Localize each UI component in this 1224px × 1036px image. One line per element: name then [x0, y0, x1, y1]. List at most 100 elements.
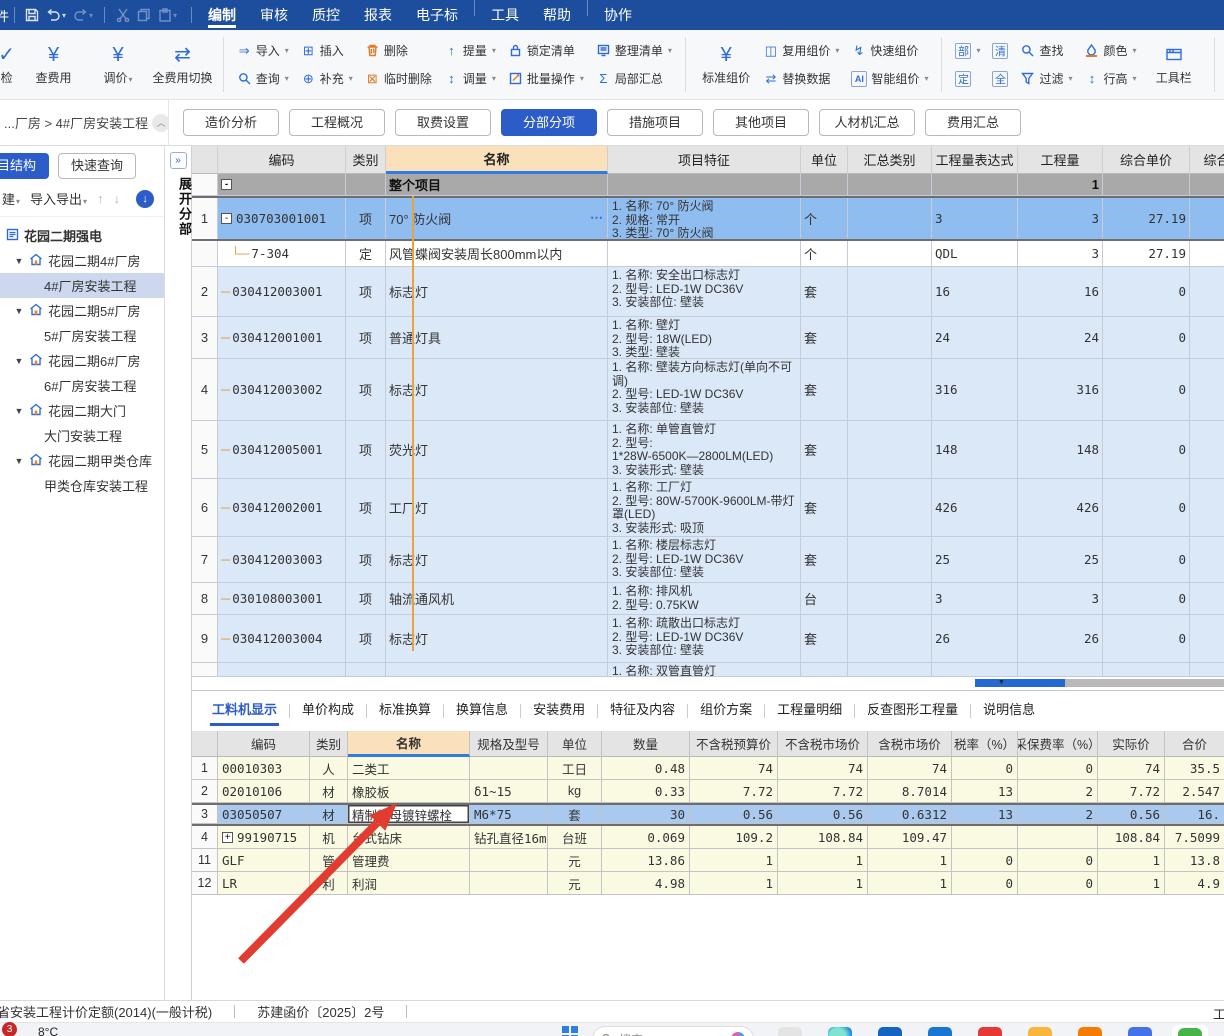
- resource-row-LR[interactable]: 12 LR 利利润元 4.98 1 1 1 0 0 1 4.9: [192, 872, 1224, 895]
- ribbon-button-局部汇总[interactable]: Σ 局部汇总: [596, 67, 672, 91]
- detail-tab-组价方案[interactable]: 组价方案: [688, 691, 764, 731]
- sidebar-tool-导入导出[interactable]: 导入导出▾: [30, 189, 87, 208]
- view-tab-取费设置[interactable]: 取费设置: [395, 109, 491, 136]
- column-header-类别[interactable]: 类别: [310, 731, 348, 757]
- mail-icon[interactable]: [928, 1027, 952, 1036]
- view-tab-分部分项[interactable]: 分部分项: [501, 109, 597, 136]
- ribbon-button-整理清单[interactable]: 整理清单 ▾: [596, 39, 672, 63]
- windows-start-icon[interactable]: [562, 1026, 578, 1036]
- sidebar-tool-建[interactable]: 建▾: [2, 189, 20, 208]
- menu-tab-质控[interactable]: 质控: [300, 0, 352, 30]
- expand-arrow-icon[interactable]: ▼: [14, 356, 24, 366]
- resource-row-99190715[interactable]: 4 +99190715 机台式钻床 钻孔直径16mm 台班 0.069 109.2 108.8…: [192, 826, 1224, 849]
- row-expander[interactable]: -: [221, 212, 232, 224]
- save-icon[interactable]: [25, 8, 39, 22]
- boq-row-7-304[interactable]: └─ 7-304 定风管蝶阀安装周长800mm以内个 QDL 3 27.19: [192, 241, 1224, 267]
- cut-icon[interactable]: [116, 8, 130, 22]
- ribbon-button-定[interactable]: 定: [955, 67, 980, 91]
- column-header-项目特征[interactable]: 项目特征: [608, 146, 801, 174]
- column-header-综合合价[interactable]: 综合合价: [1190, 146, 1224, 174]
- taskbar-search[interactable]: 搜索: [592, 1026, 754, 1036]
- expand-arrow-icon[interactable]: ▼: [14, 306, 24, 316]
- column-header-类别[interactable]: 类别: [346, 146, 386, 174]
- tree-item-花园二期6#厂房[interactable]: ▼ 花园二期6#厂房: [0, 348, 164, 373]
- ribbon-button-删除[interactable]: 删除: [365, 39, 432, 63]
- row-number-header[interactable]: [192, 731, 218, 757]
- download-circle-icon[interactable]: ↓: [136, 189, 155, 208]
- view-tab-费用汇总[interactable]: 费用汇总: [925, 109, 1021, 136]
- wechat-icon[interactable]: [1178, 1028, 1202, 1036]
- column-header-工程量[interactable]: 工程量: [1018, 146, 1103, 174]
- ribbon-button-行高[interactable]: ↕ 行高 ▾: [1084, 67, 1137, 91]
- column-header-不含税市场价[interactable]: 不含税市场价: [778, 731, 868, 757]
- ribbon-button-提量[interactable]: ↑ 提量 ▾: [444, 39, 496, 63]
- ribbon-button-调价[interactable]: ¥ 调价▾: [86, 33, 150, 96]
- ribbon-button-补充[interactable]: ⊕ 补充 ▾: [301, 67, 353, 91]
- detail-tab-单价构成[interactable]: 单价构成: [290, 691, 366, 731]
- boq-row-6[interactable]: 6 ─ 030412002001 项工厂灯 1. 名称: 工厂灯 2. 型号: 80W-5…: [192, 479, 1224, 537]
- column-header-税率（%）[interactable]: 税率（%）: [952, 731, 1018, 757]
- boq-row-8[interactable]: 8 ─ 030108003001 项轴流通风机 1. 名称: 排风机 2. 型号: 0.7…: [192, 583, 1224, 615]
- column-header-编码[interactable]: 编码: [218, 146, 346, 174]
- copy-icon[interactable]: [137, 8, 151, 22]
- ribbon-button-全费用切换[interactable]: ⇄ 全费用切换: [150, 33, 214, 96]
- ribbon-button-快速组价[interactable]: ↯ 快速组价: [851, 39, 928, 63]
- menu-tab-审核[interactable]: 审核: [248, 0, 300, 30]
- column-header-不含税预算价[interactable]: 不含税预算价: [690, 731, 778, 757]
- column-header-汇总类别[interactable]: 汇总类别: [848, 146, 932, 174]
- weather-temperature[interactable]: 8°C: [38, 1025, 58, 1036]
- column-header-综合单价[interactable]: 综合单价: [1103, 146, 1190, 174]
- detail-tab-反查图形工程量[interactable]: 反查图形工程量: [855, 691, 970, 731]
- row-number-header[interactable]: [192, 146, 218, 174]
- news-icon[interactable]: [778, 1027, 802, 1036]
- whole-project-row[interactable]: - 整个项目 1: [192, 174, 1224, 196]
- menu-tab-帮助[interactable]: 帮助: [531, 0, 583, 30]
- ribbon-button-检[interactable]: ✓ 检: [0, 33, 21, 96]
- tree-item-甲类仓库安装工程[interactable]: 甲类仓库安装工程: [0, 473, 164, 498]
- resource-row-02010106[interactable]: 2 02010106 材橡胶板 δ1~15 kg 0.33 7.72 7.72 8.7014 13…: [192, 780, 1224, 803]
- boq-row-9[interactable]: 9 ─ 030412003004 项标志灯 1. 名称: 疏散出口标志灯 2. 型号: L…: [192, 615, 1224, 663]
- menu-tab-电子标[interactable]: 电子标: [404, 0, 470, 30]
- column-header-单位[interactable]: 单位: [548, 731, 602, 757]
- tree-item-花园二期4#厂房[interactable]: ▼ 花园二期4#厂房: [0, 248, 164, 273]
- redo-icon[interactable]: ▾: [73, 8, 93, 22]
- ribbon-button-过滤[interactable]: 过滤 ▾: [1020, 67, 1072, 91]
- name-more-button[interactable]: ⋯: [590, 210, 604, 226]
- paste-icon[interactable]: ▾: [158, 8, 177, 22]
- expand-arrow-icon[interactable]: ▼: [14, 456, 24, 466]
- tree-item-花园二期5#厂房[interactable]: ▼ 花园二期5#厂房: [0, 298, 164, 323]
- menu-tab-协作[interactable]: 协作: [592, 0, 644, 30]
- detail-tab-标准换算[interactable]: 标准换算: [367, 691, 443, 731]
- horizontal-scrollbar[interactable]: ▼: [192, 678, 1224, 688]
- column-header-单位[interactable]: 单位: [801, 146, 848, 174]
- column-header-数量[interactable]: 数量: [602, 731, 690, 757]
- tree-item-5#厂房安装工程[interactable]: 5#厂房安装工程: [0, 323, 164, 348]
- boq-row-3[interactable]: 3 ─ 030412001001 项普通灯具 1. 名称: 壁灯 2. 型号: 18W(L…: [192, 317, 1224, 359]
- collapse-expander[interactable]: -: [221, 179, 232, 190]
- ribbon-button-替换数据[interactable]: ⇄ 替换数据: [763, 67, 839, 91]
- resource-row-03050507[interactable]: 3 03050507 材精制带母镀锌螺栓 M6*75 套 30 0.56 0.56 0.6312…: [192, 803, 1224, 826]
- ribbon-button-调量[interactable]: ↕ 调量 ▾: [444, 67, 496, 91]
- ribbon-button-查找[interactable]: 查找: [1020, 39, 1072, 63]
- ribbon-button-智能组价[interactable]: AI 智能组价 ▾: [851, 67, 928, 91]
- ribbon-button-全[interactable]: 全: [992, 67, 1009, 91]
- detail-tab-换算信息[interactable]: 换算信息: [444, 691, 520, 731]
- detail-tab-工程量明细[interactable]: 工程量明细: [765, 691, 854, 731]
- column-header-工程量表达式[interactable]: 工程量表达式: [932, 146, 1018, 174]
- edge-icon[interactable]: [828, 1027, 852, 1036]
- office-icon[interactable]: [1078, 1027, 1102, 1036]
- view-tab-人材机汇总[interactable]: 人材机汇总: [819, 109, 915, 136]
- ribbon-button-复用组价[interactable]: ◫ 复用组价 ▾: [763, 39, 840, 63]
- sidebar-tab-快速查询[interactable]: 快速查询: [58, 153, 137, 179]
- ribbon-button-标准组价[interactable]: ¥ 标准组价: [694, 33, 758, 96]
- menu-tab-工具[interactable]: 工具: [479, 0, 531, 30]
- move-up-icon[interactable]: ↑: [97, 191, 104, 206]
- view-tab-工程概况[interactable]: 工程概况: [289, 109, 385, 136]
- column-header-规格及型号[interactable]: 规格及型号: [470, 731, 548, 757]
- ribbon-button-锁定清单[interactable]: 锁定清单: [508, 39, 584, 63]
- detail-tab-说明信息[interactable]: 说明信息: [971, 691, 1047, 731]
- menu-tab-报表[interactable]: 报表: [352, 0, 404, 30]
- view-tab-措施项目[interactable]: 措施项目: [607, 109, 703, 136]
- detail-tab-特征及内容[interactable]: 特征及内容: [598, 691, 687, 731]
- expand-arrow-icon[interactable]: ▼: [14, 256, 24, 266]
